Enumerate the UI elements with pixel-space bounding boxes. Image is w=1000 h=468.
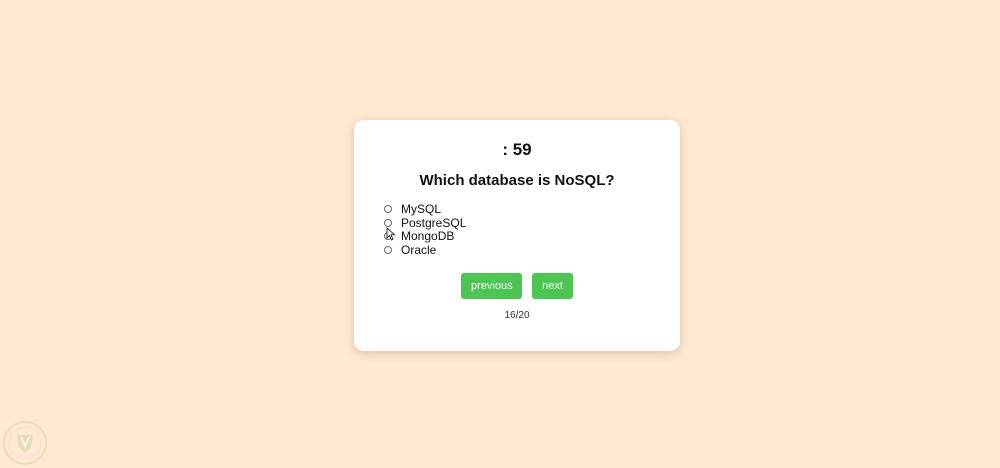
question-counter: 16/20 [504, 310, 530, 321]
next-button[interactable]: next [532, 273, 573, 299]
answer-option-mysql[interactable]: MySQL [383, 202, 466, 216]
navigation-buttons: previous next [354, 273, 680, 299]
option-label: MongoDB [401, 229, 455, 244]
radio-button[interactable] [384, 245, 392, 254]
option-label: Oracle [401, 242, 437, 257]
page: : 59 Which database is NoSQL? MySQL Post… [0, 0, 1000, 468]
radio-button[interactable] [384, 204, 392, 213]
question-text: Which database is NoSQL? [419, 172, 615, 189]
previous-button[interactable]: previous [461, 273, 522, 299]
mouse-pointer-icon [386, 227, 396, 241]
timer-display: : 59 [502, 140, 532, 159]
shield-logo-icon [3, 421, 47, 465]
option-label: MySQL [401, 201, 442, 216]
answer-option-oracle[interactable]: Oracle [383, 243, 466, 257]
quiz-card: : 59 Which database is NoSQL? MySQL Post… [354, 120, 680, 351]
radio-button[interactable] [384, 218, 392, 227]
option-label: PostgreSQL [401, 215, 467, 230]
